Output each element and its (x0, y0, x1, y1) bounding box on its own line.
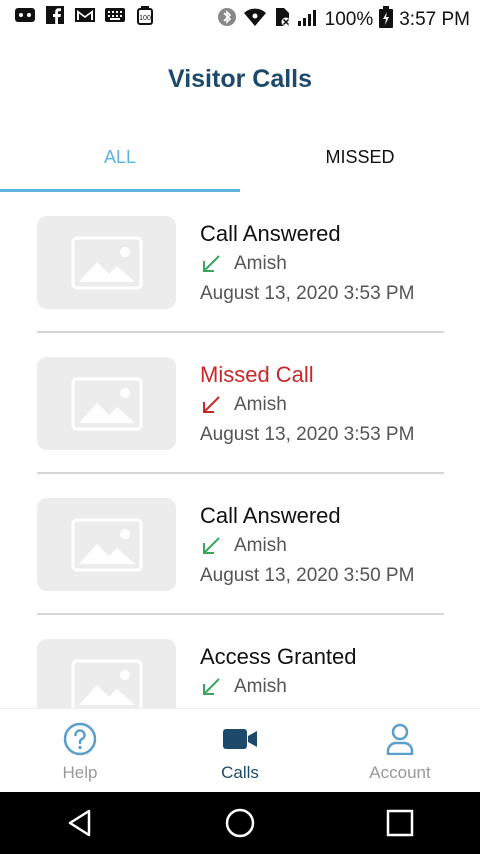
notification-icons: 100 (14, 6, 156, 25)
app-header: Visitor Calls (0, 36, 480, 122)
video-camera-icon (223, 729, 257, 749)
caller-row: Amish (200, 252, 414, 276)
tab-missed[interactable]: MISSED (240, 122, 480, 192)
facebook-icon (44, 6, 66, 24)
image-placeholder-icon (71, 377, 142, 430)
nav-account[interactable]: Account (320, 709, 480, 793)
call-title: Call Answered (200, 221, 341, 246)
call-list-item[interactable]: Call Answered Amish August 13, 2020 3:53… (0, 192, 480, 333)
call-list-item[interactable]: Missed Call Amish August 13, 2020 3:53 P… (0, 333, 480, 474)
tab-all[interactable]: ALL (0, 122, 240, 192)
call-thumbnail (37, 357, 176, 450)
keyboard-icon (104, 6, 126, 24)
call-date: August 13, 2020 3:50 PM (200, 565, 415, 586)
home-button[interactable] (210, 798, 270, 848)
answered-call-icon (203, 678, 220, 695)
call-thumbnail (37, 216, 176, 309)
call-thumbnail (37, 639, 176, 708)
image-placeholder-icon (71, 518, 142, 571)
caller-row: Amish (200, 393, 414, 417)
voicemail-icon (14, 6, 36, 24)
recents-button[interactable] (370, 798, 430, 848)
recents-square-icon (386, 809, 414, 837)
page-title: Visitor Calls (167, 64, 313, 93)
caller-name: Amish (234, 253, 287, 274)
clock: 3:57 PM (399, 9, 470, 30)
wifi-icon (243, 7, 267, 33)
person-icon (386, 723, 414, 755)
call-list-item[interactable]: Call Answered Amish August 13, 2020 3:50… (0, 474, 480, 615)
home-circle-icon (225, 808, 255, 838)
call-title: Call Answered (200, 503, 341, 528)
call-list[interactable]: Call Answered Amish August 13, 2020 3:53… (0, 192, 480, 708)
image-placeholder-icon (71, 659, 142, 708)
bottom-nav: Help Calls Account (0, 708, 480, 793)
signal-icon (297, 8, 319, 32)
missed-call-icon (203, 396, 220, 413)
nav-calls-label: Calls (221, 763, 259, 782)
caller-row: Amish (200, 534, 414, 558)
tab-bar: ALL MISSED (0, 122, 480, 192)
caller-name: Amish (234, 535, 287, 556)
back-triangle-icon (68, 809, 91, 837)
battery-charging-icon (379, 6, 394, 34)
svg-text:100: 100 (139, 15, 151, 22)
system-status: 100% 3:57 PM (217, 6, 470, 34)
nav-calls[interactable]: Calls (160, 709, 320, 793)
help-circle-icon (63, 722, 97, 756)
caller-name: Amish (234, 676, 287, 697)
call-title: Missed Call (200, 362, 314, 387)
bluetooth-icon (217, 7, 237, 33)
gmail-icon (74, 6, 96, 24)
caller-name: Amish (234, 394, 287, 415)
call-title: Access Granted (200, 644, 357, 669)
status-bar: 100 100% 3:57 PM (0, 0, 480, 36)
call-date: August 13, 2020 3:53 PM (200, 424, 415, 445)
nav-help[interactable]: Help (0, 709, 160, 793)
battery-percent: 100% (324, 9, 374, 30)
caller-row: Amish (200, 675, 357, 699)
back-button[interactable] (50, 798, 110, 848)
answered-call-icon (203, 255, 220, 272)
call-thumbnail (37, 498, 176, 591)
nav-help-label: Help (62, 763, 98, 782)
system-nav-bar (0, 792, 480, 854)
nav-account-label: Account (369, 763, 431, 782)
answered-call-icon (203, 537, 220, 554)
no-sim-icon (273, 7, 291, 33)
battery-saver-icon: 100 (134, 6, 156, 25)
image-placeholder-icon (71, 236, 142, 289)
call-date: August 13, 2020 3:53 PM (200, 283, 415, 304)
call-list-item[interactable]: Access Granted Amish (0, 615, 480, 708)
